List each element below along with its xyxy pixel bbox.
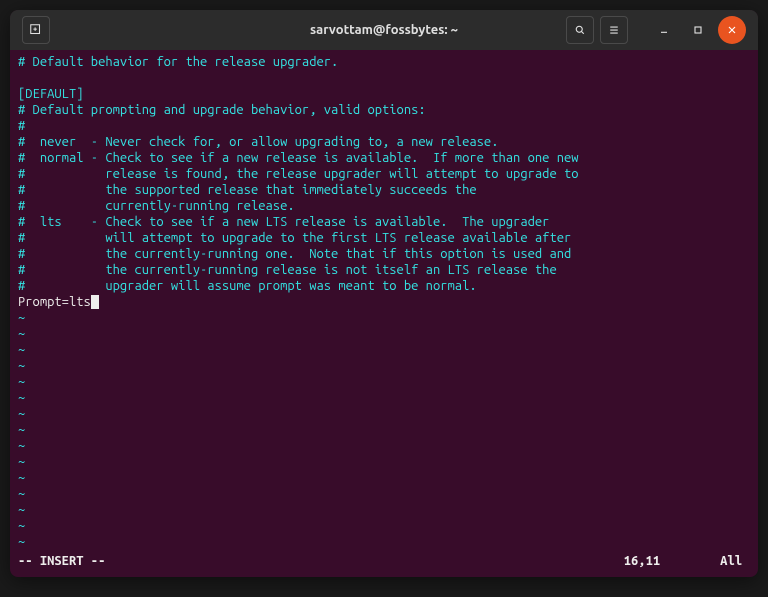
minimize-button[interactable] bbox=[650, 16, 678, 44]
close-button[interactable] bbox=[718, 16, 746, 44]
empty-line-tilde: ~ bbox=[18, 342, 750, 358]
empty-line-tilde: ~ bbox=[18, 470, 750, 486]
hamburger-icon bbox=[608, 24, 620, 36]
maximize-icon bbox=[692, 24, 704, 36]
file-line: # normal - Check to see if a new release… bbox=[18, 150, 750, 166]
file-line: # release is found, the release upgrader… bbox=[18, 166, 750, 182]
cursor bbox=[91, 295, 99, 309]
maximize-button[interactable] bbox=[684, 16, 712, 44]
scroll-position: All bbox=[720, 553, 742, 569]
vim-mode: -- INSERT -- bbox=[18, 553, 105, 569]
empty-line-tilde: ~ bbox=[18, 326, 750, 342]
terminal-window: sarvottam@fossbytes: ~ bbox=[10, 10, 758, 577]
empty-line-tilde: ~ bbox=[18, 502, 750, 518]
file-line: # lts - Check to see if a new LTS releas… bbox=[18, 214, 750, 230]
file-line: # Default prompting and upgrade behavior… bbox=[18, 102, 750, 118]
cursor-position: 16,11 bbox=[624, 553, 660, 569]
empty-line-tilde: ~ bbox=[18, 454, 750, 470]
menu-button[interactable] bbox=[600, 16, 628, 44]
empty-line-tilde: ~ bbox=[18, 486, 750, 502]
minimize-icon bbox=[658, 24, 670, 36]
close-icon bbox=[726, 24, 738, 36]
file-line: # the supported release that immediately… bbox=[18, 182, 750, 198]
new-tab-icon bbox=[29, 23, 43, 37]
empty-line-tilde: ~ bbox=[18, 438, 750, 454]
file-line: # bbox=[18, 118, 750, 134]
search-icon bbox=[574, 24, 586, 36]
empty-line-tilde: ~ bbox=[18, 534, 750, 550]
empty-line-tilde: ~ bbox=[18, 518, 750, 534]
file-line: # Default behavior for the release upgra… bbox=[18, 54, 750, 70]
titlebar: sarvottam@fossbytes: ~ bbox=[10, 10, 758, 50]
empty-line-tilde: ~ bbox=[18, 358, 750, 374]
file-line: # the currently-running release is not i… bbox=[18, 262, 750, 278]
empty-line-tilde: ~ bbox=[18, 422, 750, 438]
file-line-cursor: Prompt=lts bbox=[18, 294, 750, 310]
file-line: # never - Never check for, or allow upgr… bbox=[18, 134, 750, 150]
empty-line-tilde: ~ bbox=[18, 374, 750, 390]
file-line: # upgrader will assume prompt was meant … bbox=[18, 278, 750, 294]
file-line: # will attempt to upgrade to the first L… bbox=[18, 230, 750, 246]
file-line: # currently-running release. bbox=[18, 198, 750, 214]
terminal-content[interactable]: # Default behavior for the release upgra… bbox=[10, 50, 758, 577]
empty-line-tilde: ~ bbox=[18, 406, 750, 422]
window-title: sarvottam@fossbytes: ~ bbox=[310, 23, 458, 37]
empty-line-tilde: ~ bbox=[18, 390, 750, 406]
new-tab-button[interactable] bbox=[22, 16, 50, 44]
search-button[interactable] bbox=[566, 16, 594, 44]
file-line: # the currently-running one. Note that i… bbox=[18, 246, 750, 262]
vim-status-line: -- INSERT -- 16,11 All bbox=[18, 553, 750, 573]
file-line: [DEFAULT] bbox=[18, 86, 750, 102]
file-line bbox=[18, 70, 750, 86]
empty-line-tilde: ~ bbox=[18, 310, 750, 326]
